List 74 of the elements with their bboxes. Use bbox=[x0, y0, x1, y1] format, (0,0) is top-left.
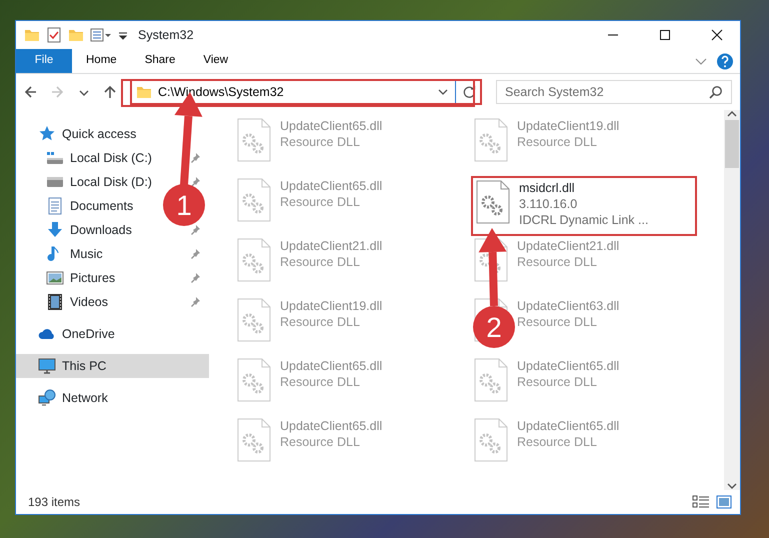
file-detail: Resource DLL bbox=[517, 434, 598, 450]
refresh-icon[interactable] bbox=[462, 85, 476, 99]
dll-file-icon bbox=[236, 298, 272, 342]
ribbon-tab[interactable]: Home bbox=[72, 49, 131, 73]
sidebar-item[interactable]: Local Disk (D:) bbox=[16, 170, 160, 194]
star-icon bbox=[38, 125, 56, 143]
sidebar-item[interactable]: Videos bbox=[16, 290, 116, 314]
window-title: System32 bbox=[138, 26, 194, 44]
step-badge bbox=[163, 184, 205, 226]
sidebar-item[interactable]: Downloads bbox=[16, 218, 140, 242]
sidebar-item[interactable]: Music bbox=[16, 242, 111, 266]
picture-icon bbox=[46, 269, 64, 287]
windows-drive-icon bbox=[46, 149, 64, 167]
step-number: 1 bbox=[176, 190, 192, 221]
ribbon-tab[interactable]: Share bbox=[130, 49, 190, 73]
step-badge bbox=[473, 306, 515, 348]
folder-icon bbox=[136, 84, 152, 100]
dll-file-icon bbox=[236, 178, 272, 222]
close-icon[interactable] bbox=[709, 27, 725, 43]
scroll-down-icon[interactable] bbox=[727, 482, 737, 490]
properties-icon[interactable] bbox=[90, 27, 112, 43]
dll-file-icon bbox=[236, 118, 272, 162]
sidebar-item[interactable]: Network bbox=[16, 386, 116, 410]
file-detail: Resource DLL bbox=[517, 314, 598, 330]
down-arrow-icon bbox=[46, 221, 64, 239]
search-icon bbox=[709, 85, 723, 99]
film-icon bbox=[46, 293, 64, 311]
dll-file-icon bbox=[473, 418, 509, 462]
details-view-icon[interactable] bbox=[692, 495, 710, 509]
sidebar-item[interactable]: Quick access bbox=[16, 122, 144, 146]
file-detail: IDCRL Dynamic Link ... bbox=[519, 212, 648, 228]
dll-file-icon bbox=[475, 180, 511, 224]
file-item[interactable]: msidcrl.dll 3.110.16.0 IDCRL Dynamic Link ... bbox=[471, 176, 697, 236]
pin-icon[interactable] bbox=[189, 296, 201, 308]
dll-file-icon bbox=[236, 418, 272, 462]
file-detail: Resource DLL bbox=[517, 254, 598, 270]
scrollbar[interactable] bbox=[724, 110, 740, 490]
sidebar-item[interactable]: OneDrive bbox=[16, 322, 123, 346]
pin-icon[interactable] bbox=[189, 248, 201, 260]
file-detail: Resource DLL bbox=[517, 374, 598, 390]
file-detail: Resource DLL bbox=[517, 134, 598, 150]
pin-icon[interactable] bbox=[189, 272, 201, 284]
scrollbar-thumb[interactable] bbox=[725, 120, 739, 168]
file-detail: Resource DLL bbox=[280, 134, 361, 150]
dll-file-icon bbox=[236, 358, 272, 402]
ribbon-tab[interactable]: View bbox=[189, 49, 242, 73]
sidebar-item[interactable]: Local Disk (C:) bbox=[16, 146, 160, 170]
large-icons-view-icon[interactable] bbox=[716, 495, 732, 509]
step-number: 2 bbox=[486, 312, 502, 343]
scroll-up-icon[interactable] bbox=[727, 110, 737, 118]
file-detail: Resource DLL bbox=[280, 314, 361, 330]
maximize-icon[interactable] bbox=[657, 27, 673, 43]
dll-file-icon bbox=[473, 358, 509, 402]
pin-icon[interactable] bbox=[189, 176, 201, 188]
pin-icon[interactable] bbox=[189, 224, 201, 236]
file-detail: 3.110.16.0 bbox=[519, 196, 578, 212]
search-box[interactable]: Search System32 bbox=[496, 80, 732, 104]
file-detail: Resource DLL bbox=[280, 434, 361, 450]
sidebar-item[interactable]: Documents bbox=[16, 194, 142, 218]
file-name[interactable]: msidcrl.dll bbox=[519, 180, 648, 196]
document-icon bbox=[46, 197, 64, 215]
file-detail: Resource DLL bbox=[280, 194, 361, 210]
network-icon bbox=[38, 389, 56, 407]
sidebar-item[interactable]: Pictures bbox=[16, 266, 124, 290]
address-bar[interactable]: C:\Windows\System32 bbox=[130, 79, 482, 105]
file-menu-button[interactable]: File bbox=[16, 49, 72, 73]
computer-icon bbox=[38, 357, 56, 375]
file-detail: Resource DLL bbox=[280, 254, 361, 270]
item-count: 193 items bbox=[28, 494, 80, 511]
dll-file-icon bbox=[473, 118, 509, 162]
file-detail: Resource DLL bbox=[280, 374, 361, 390]
dll-file-icon bbox=[236, 238, 272, 282]
checklist-icon[interactable] bbox=[46, 27, 62, 43]
pin-icon[interactable] bbox=[189, 152, 201, 164]
